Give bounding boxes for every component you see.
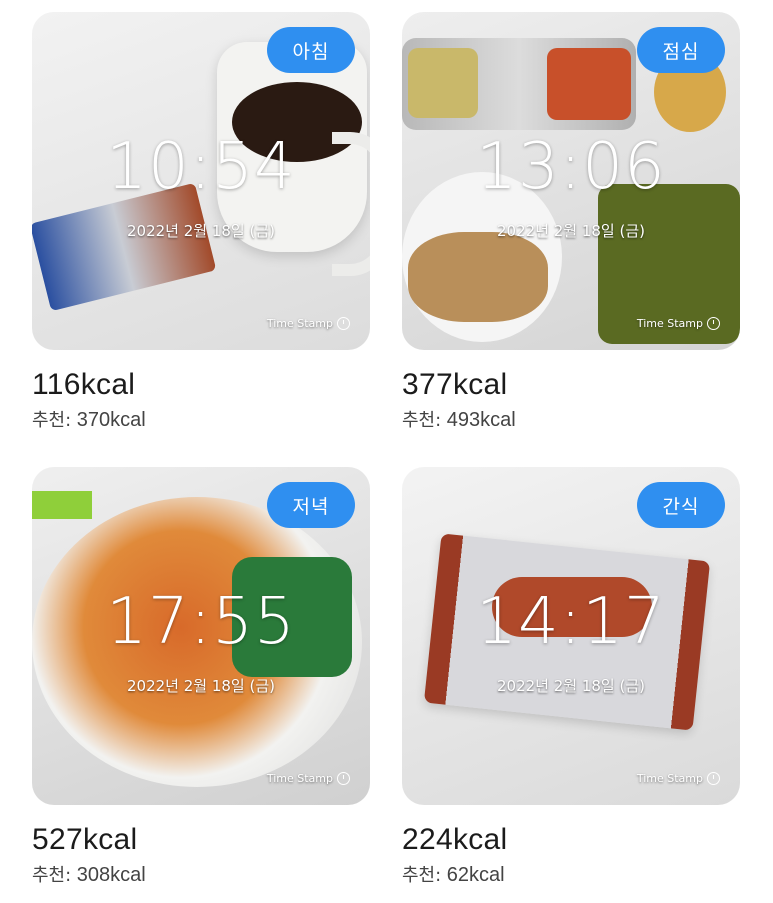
recommended-calories: 추천: 62kcal [402, 861, 740, 887]
recommended-value: 493kcal [446, 409, 516, 431]
bean-sprouts-image [408, 48, 478, 118]
recommended-label: 추천: [32, 865, 72, 886]
timestamp-watermark: Time Stamp [267, 772, 350, 785]
calories-value: 527kcal [32, 823, 138, 856]
rice-image [408, 232, 548, 322]
green-object-image [32, 491, 92, 519]
recommended-value: 62kcal [446, 864, 505, 886]
meal-type-badge: 저녁 [267, 482, 355, 528]
calories-value: 224kcal [402, 823, 508, 856]
timestamp-watermark: Time Stamp [637, 772, 720, 785]
watermark-label: Time Stamp [266, 772, 333, 785]
recommended-label: 추천: [402, 865, 442, 886]
meal-card-dinner[interactable]: 저녁 17:55 2022년 2월 18일 (금) Time Stamp 527… [32, 467, 370, 887]
recommended-label: 추천: [402, 410, 442, 431]
timestamp-watermark: Time Stamp [267, 317, 350, 330]
calories-value: 377kcal [402, 368, 508, 401]
meal-card-snack[interactable]: 간식 14:17 2022년 2월 18일 (금) Time Stamp 224… [402, 467, 740, 887]
timestamp-watermark: Time Stamp [637, 317, 720, 330]
stamp-date: 2022년 2월 18일 (금) [126, 677, 275, 695]
meal-photo[interactable]: 아침 10:54 2022년 2월 18일 (금) Time Stamp [32, 12, 370, 350]
stamp-time: 17:55 [106, 585, 296, 659]
stamp-time: 13:06 [476, 130, 666, 204]
calories-value: 116kcal [32, 368, 136, 401]
watermark-label: Time Stamp [636, 317, 703, 330]
stamp-date: 2022년 2월 18일 (금) [126, 222, 275, 240]
recommended-calories: 추천: 493kcal [402, 406, 740, 432]
radish-salad-image [547, 48, 631, 120]
stamp-time: 10:54 [106, 130, 296, 204]
meal-photo[interactable]: 간식 14:17 2022년 2월 18일 (금) Time Stamp [402, 467, 740, 805]
recommended-calories: 추천: 370kcal [32, 406, 370, 432]
meal-type-badge: 점심 [637, 27, 725, 73]
clock-icon [337, 317, 350, 330]
stamp-time: 14:17 [476, 585, 666, 659]
watermark-label: Time Stamp [266, 317, 333, 330]
meal-photo[interactable]: 저녁 17:55 2022년 2월 18일 (금) Time Stamp [32, 467, 370, 805]
stamp-date: 2022년 2월 18일 (금) [496, 677, 645, 695]
recommended-calories: 추천: 308kcal [32, 861, 370, 887]
recommended-value: 308kcal [76, 864, 146, 886]
meal-card-breakfast[interactable]: 아침 10:54 2022년 2월 18일 (금) Time Stamp 116… [32, 12, 370, 432]
clock-icon [707, 317, 720, 330]
clock-icon [707, 772, 720, 785]
recommended-value: 370kcal [76, 409, 146, 431]
recommended-label: 추천: [32, 410, 72, 431]
meal-card-lunch[interactable]: 점심 13:06 2022년 2월 18일 (금) Time Stamp 377… [402, 12, 740, 432]
watermark-label: Time Stamp [636, 772, 703, 785]
meal-type-badge: 아침 [267, 27, 355, 73]
stamp-date: 2022년 2월 18일 (금) [496, 222, 645, 240]
clock-icon [337, 772, 350, 785]
meal-photo[interactable]: 점심 13:06 2022년 2월 18일 (금) Time Stamp [402, 12, 740, 350]
meal-type-badge: 간식 [637, 482, 725, 528]
